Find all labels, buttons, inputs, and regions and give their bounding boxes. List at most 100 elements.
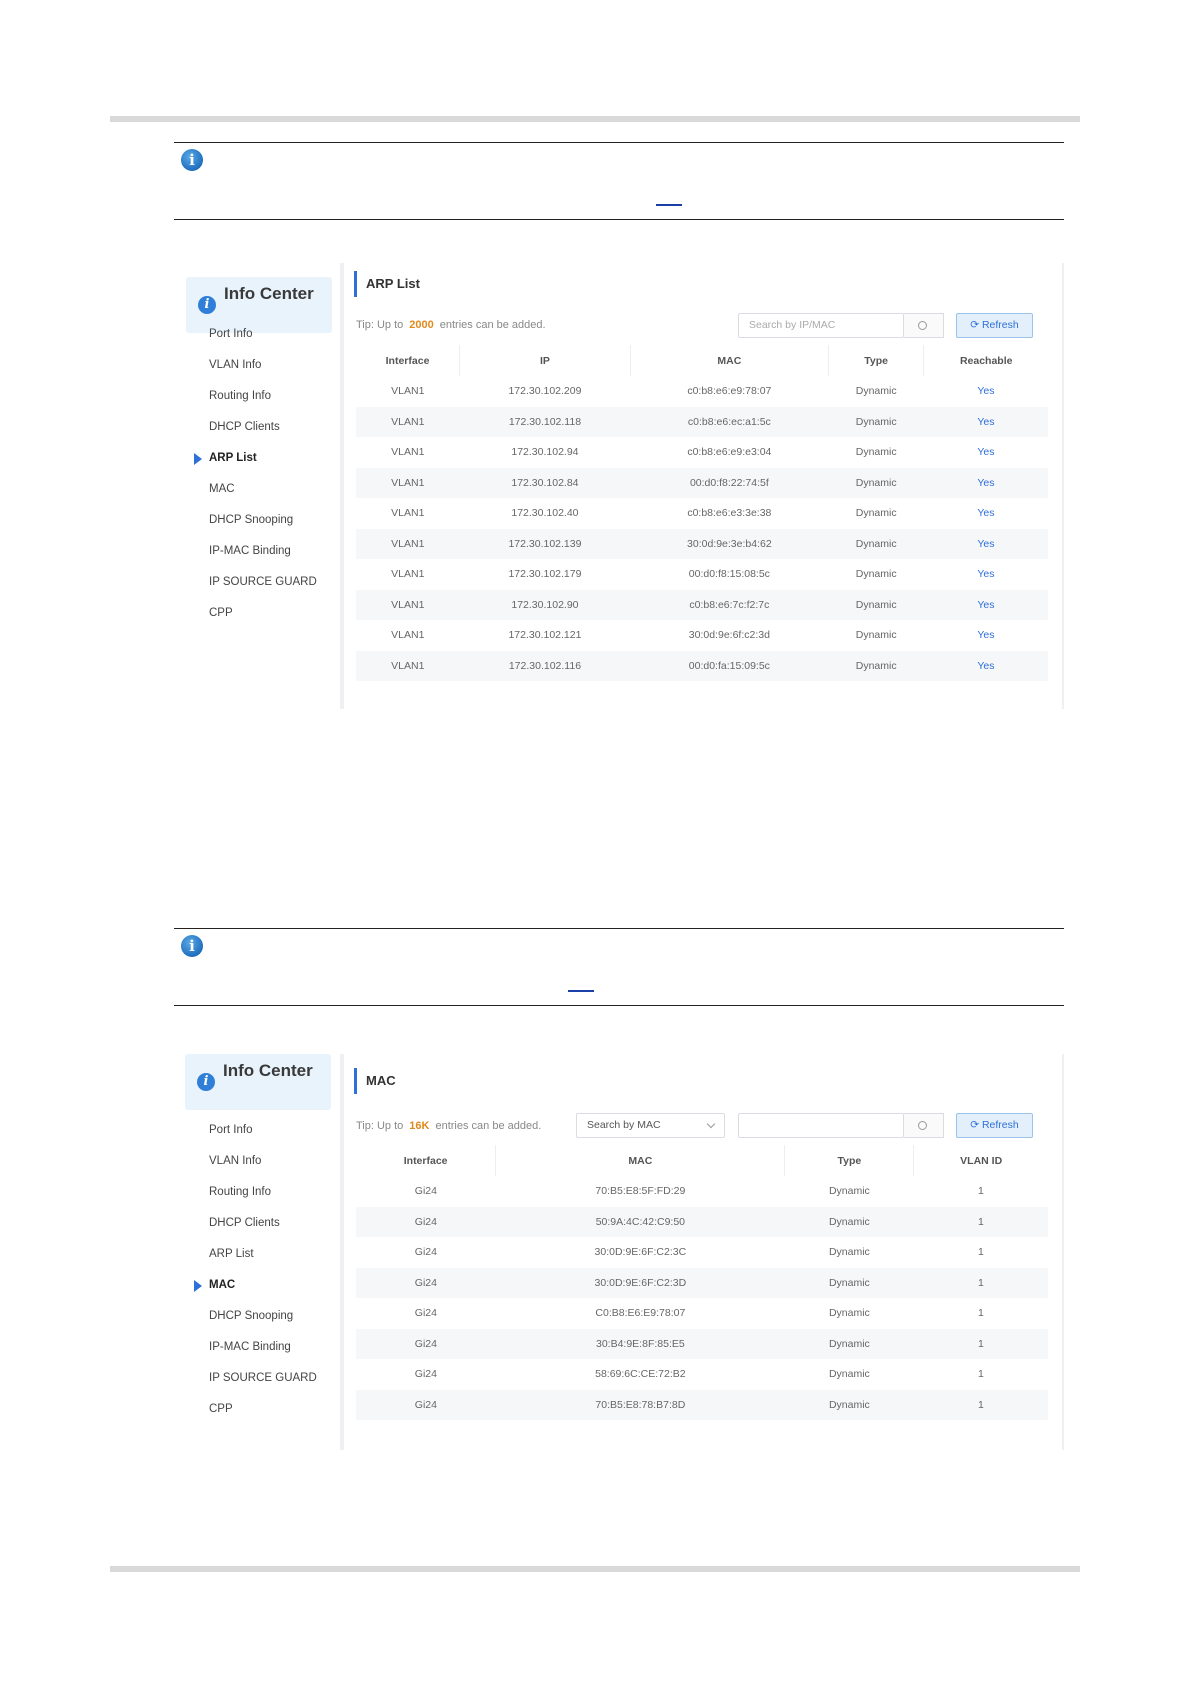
sidebar-item-port-info[interactable]: Port Info (209, 328, 252, 340)
sidebar-item-dhcp-clients[interactable]: DHCP Clients (209, 1217, 280, 1229)
entry-tip: Tip: Up to 2000 entries can be added. (356, 319, 546, 331)
refresh-button[interactable]: ⟳ Refresh (956, 1113, 1033, 1138)
sidebar-divider (340, 1054, 344, 1450)
active-arrow-icon (194, 453, 202, 465)
note-bottom-border (174, 1005, 1064, 1006)
sidebar-item-dhcp-clients[interactable]: DHCP Clients (209, 421, 280, 433)
search-mode-select[interactable]: Search by MAC (576, 1113, 725, 1138)
sidebar-item-cpp[interactable]: CPP (209, 607, 233, 619)
cell-ip: 172.30.102.209 (508, 385, 582, 398)
table-row: VLAN1 172.30.102.116 00:d0:fa:15:09:5c Dyna… (356, 650, 1048, 681)
cell-ip: 172.30.102.118 (459, 406, 631, 437)
sidebar-item-arp-list[interactable]: ARP List (209, 1248, 254, 1260)
header-rule (110, 116, 1080, 122)
sidebar-item-ip-source-guard[interactable]: IP SOURCE GUARD (209, 576, 317, 588)
cell-mac: c0:b8:e6:7c:f2:7c (630, 589, 829, 620)
table-row: Gi24 70:B5:E8:78:B7:8D Dynamic 1 (356, 1389, 1048, 1420)
cell-interface: VLAN1 (356, 528, 460, 559)
cell-type: Dynamic (855, 385, 897, 398)
sidebar-item-dhcp-snooping[interactable]: DHCP Snooping (209, 514, 293, 526)
cell-mac: c0:b8:e6:e3:3e:38 (687, 507, 772, 520)
sidebar-item-ip-source-guard[interactable]: IP SOURCE GUARD (209, 1372, 317, 1384)
cell-reachable[interactable]: Yes (923, 650, 1048, 681)
column-header-interface[interactable]: Interface (356, 1145, 497, 1176)
table-row: VLAN1 172.30.102.84 00:d0:f8:22:74:5f Dynam… (356, 467, 1048, 498)
sidebar-item-vlan-info[interactable]: VLAN Info (209, 1155, 261, 1167)
note-link-underline[interactable] (656, 204, 682, 206)
arp-list-screenshot: i Info Center Port Info VLAN Info Routing … (174, 263, 1064, 709)
cell-interface: VLAN1 (391, 385, 425, 398)
cell-reachable[interactable]: Yes (923, 589, 1048, 620)
sidebar-item-mac[interactable]: MAC (209, 483, 235, 495)
cell-mac: 50:9A:4C:42:C9:50 (495, 1206, 785, 1237)
sidebar-divider (340, 263, 344, 709)
cell-mac: C0:B8:E6:E9:78:07 (595, 1307, 686, 1320)
cell-vlan-id: 1 (913, 1267, 1048, 1298)
sidebar-item-ip-mac-binding[interactable]: IP-MAC Binding (209, 1341, 291, 1353)
column-header-mac[interactable]: MAC (630, 345, 829, 376)
sidebar-item-mac[interactable]: MAC (209, 1279, 235, 1291)
sidebar-item-cpp[interactable]: CPP (209, 1403, 233, 1415)
sidebar-item-port-info[interactable]: Port Info (209, 1124, 252, 1136)
cell-vlan-id: 1 (978, 1368, 984, 1381)
cell-type: Dynamic (784, 1267, 914, 1298)
sidebar-item-dhcp-snooping[interactable]: DHCP Snooping (209, 1310, 293, 1322)
arp-table: Interface IP MAC Type Reachable VLAN1 172.30.1… (356, 345, 1048, 681)
cell-vlan-id: 1 (913, 1206, 1048, 1237)
cell-mac: 30:0d:9e:3e:b4:62 (630, 528, 829, 559)
column-header-type[interactable]: Type (828, 345, 925, 376)
table-header: Interface IP MAC Type Reachable (356, 345, 1048, 376)
search-input[interactable] (738, 1113, 904, 1138)
sidebar-item-routing-info[interactable]: Routing Info (209, 1186, 271, 1198)
cell-mac: 30:0D:9E:6F:C2:3D (495, 1267, 785, 1298)
column-header-ip[interactable]: IP (459, 345, 631, 376)
cell-reachable[interactable]: Yes (923, 528, 1048, 559)
cell-reachable[interactable]: Yes (924, 376, 1048, 407)
sidebar-item-arp-list[interactable]: ARP List (209, 452, 257, 464)
refresh-button[interactable]: ⟳ Refresh (956, 313, 1033, 338)
table-row: VLAN1 172.30.102.94 c0:b8:e6:e9:e3:04 Dynam… (356, 437, 1048, 468)
column-header-interface[interactable]: Interface (356, 345, 461, 376)
cell-reachable[interactable]: Yes (923, 406, 1048, 437)
column-header-reachable[interactable]: Reachable (924, 345, 1048, 376)
cell-mac: 30:B4:9E:8F:85:E5 (495, 1328, 785, 1359)
search-input[interactable]: Search by IP/MAC (738, 313, 904, 338)
column-header-vlan-id[interactable]: VLAN ID (914, 1145, 1048, 1176)
sidebar-item-ip-mac-binding[interactable]: IP-MAC Binding (209, 545, 291, 557)
cell-reachable[interactable]: Yes (923, 467, 1048, 498)
cell-type: Dynamic (784, 1328, 914, 1359)
cell-reachable[interactable]: Yes (924, 620, 1048, 651)
cell-reachable[interactable]: Yes (924, 559, 1048, 590)
table-row: VLAN1 172.30.102.139 30:0d:9e:3e:b4:62 Dyna… (356, 528, 1048, 559)
sidebar: i Info Center Port Info VLAN Info Routing … (174, 263, 340, 709)
search-button[interactable] (904, 1113, 944, 1138)
cell-reachable[interactable]: Yes (924, 498, 1048, 529)
table-row: VLAN1 172.30.102.179 00:d0:f8:15:08:5c Dyna… (356, 559, 1048, 590)
cell-type: Dynamic (828, 528, 924, 559)
cell-interface: Gi24 (356, 1328, 496, 1359)
search-button[interactable] (904, 313, 944, 338)
cell-ip: 172.30.102.179 (508, 568, 582, 581)
note-top-border (174, 928, 1064, 929)
cell-interface: VLAN1 (356, 467, 460, 498)
column-header-mac[interactable]: MAC (495, 1145, 786, 1176)
table-row: VLAN1 172.30.102.118 c0:b8:e6:ec:a1:5c Dyna… (356, 406, 1048, 437)
cell-ip: 172.30.102.94 (511, 446, 579, 459)
cell-mac: 00:d0:f8:15:08:5c (688, 568, 770, 581)
sidebar-item-vlan-info[interactable]: VLAN Info (209, 359, 261, 371)
cell-interface: VLAN1 (391, 629, 425, 642)
cell-interface: VLAN1 (391, 446, 425, 459)
cell-reachable[interactable]: Yes (924, 437, 1048, 468)
sidebar-header: i Info Center (186, 277, 332, 333)
footer-rule (110, 1566, 1080, 1572)
column-header-type[interactable]: Type (784, 1145, 915, 1176)
entry-tip: Tip: Up to 16K entries can be added. (356, 1120, 542, 1132)
cell-vlan-id: 1 (978, 1307, 984, 1320)
cell-interface: VLAN1 (356, 589, 460, 620)
sidebar-item-routing-info[interactable]: Routing Info (209, 390, 271, 402)
cell-type: Dynamic (828, 1368, 870, 1381)
cell-mac: c0:b8:e6:e9:78:07 (687, 385, 772, 398)
note-link-underline[interactable] (568, 990, 594, 992)
cell-ip: 172.30.102.84 (459, 467, 631, 498)
cell-type: Dynamic (828, 589, 924, 620)
